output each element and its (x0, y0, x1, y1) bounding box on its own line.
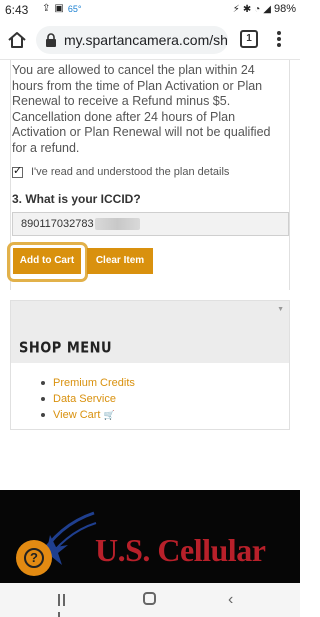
iccid-field[interactable]: 890117032783 (12, 212, 289, 236)
shop-menu-header: ▼ SHOP MENU (11, 301, 289, 363)
vibrate-icon: ⚡ (232, 3, 240, 15)
shop-menu-list: Premium Credits Data Service View Cart 🛒 (41, 375, 135, 423)
bluetooth-icon: ✱ (242, 3, 252, 15)
help-icon: ? (24, 548, 44, 568)
android-navigation-bar: ‹ (0, 583, 300, 617)
shop-menu-title: SHOP MENU (19, 340, 113, 358)
status-left-icons: ⇪ ▣ 65° (42, 3, 81, 14)
shop-menu-card: ▼ SHOP MENU Premium Credits Data Service… (10, 300, 290, 430)
refund-policy-text: You are allowed to cancel the plan withi… (12, 63, 271, 155)
status-right-icons: ⚡ ✱ ◔ ◢ 98% (233, 3, 296, 15)
signal-icon: ◢ (263, 3, 271, 15)
status-time: 6:43 (5, 3, 29, 17)
url-text: my.spartancamera.com/sho (64, 32, 228, 48)
help-button[interactable]: ? (16, 540, 52, 576)
iccid-question-label: 3. What is your ICCID? (12, 192, 141, 206)
back-icon[interactable]: ‹ (228, 591, 233, 609)
more-options-icon[interactable] (272, 29, 286, 51)
shop-menu-item-premium-credits[interactable]: Premium Credits (41, 375, 135, 391)
browser-toolbar: my.spartancamera.com/sho 1 (0, 20, 300, 60)
upload-icon: ⇪ (42, 3, 51, 14)
plan-agreement-label: I've read and understood the plan detail… (31, 166, 230, 178)
status-bar: 6:43 ⇪ ▣ 65° ⚡ ✱ ◔ ◢ 98% (0, 0, 300, 20)
home-nav-icon[interactable] (143, 592, 156, 605)
shop-menu-item-view-cart[interactable]: View Cart 🛒 (41, 407, 135, 423)
address-bar[interactable]: my.spartancamera.com/sho (36, 26, 228, 54)
cart-icon: 🛒 (103, 410, 115, 420)
tab-switcher-button[interactable]: 1 (240, 30, 258, 48)
gallery-icon: ▣ (54, 3, 64, 14)
us-cellular-wordmark: U.S. Cellular (95, 532, 266, 568)
redacted-digits (94, 218, 140, 231)
home-icon[interactable] (6, 29, 28, 51)
collapse-chevron-icon[interactable]: ▼ (277, 306, 284, 313)
plan-agreement-row: I've read and understood the plan detail… (12, 164, 230, 178)
add-to-cart-button[interactable]: Add to Cart (13, 248, 81, 274)
battery-level: 98% (273, 3, 296, 15)
lock-icon (46, 33, 56, 47)
recent-apps-icon[interactable] (58, 593, 72, 617)
clear-item-button[interactable]: Clear Item (87, 248, 153, 274)
plan-agreement-checkbox[interactable] (12, 164, 23, 178)
weather-temperature: 65° (67, 3, 82, 14)
shop-menu-item-data-service[interactable]: Data Service (41, 391, 135, 407)
iccid-value: 890117032783 (21, 218, 94, 230)
wifi-icon: ◔ (254, 3, 261, 15)
